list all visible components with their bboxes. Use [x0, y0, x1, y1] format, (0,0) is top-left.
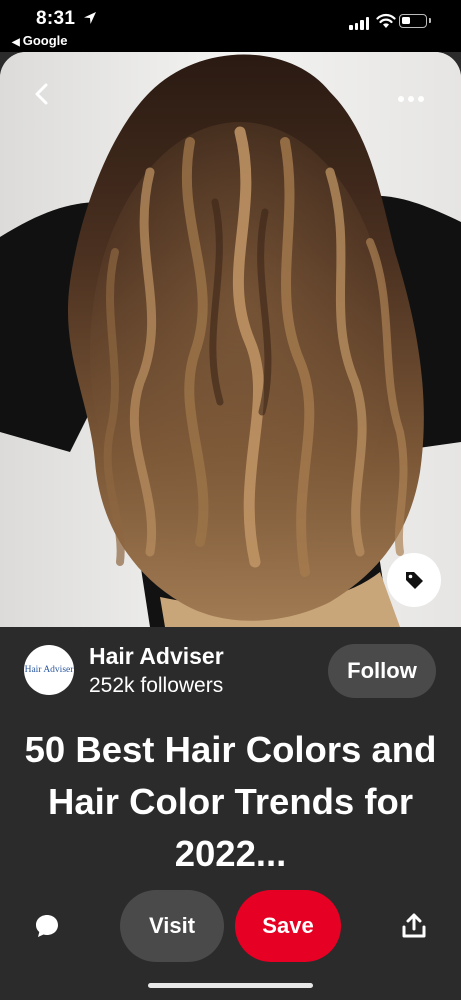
profile-name[interactable]: Hair Adviser [89, 643, 224, 670]
wifi-icon [376, 13, 396, 28]
visit-button[interactable]: Visit [120, 890, 224, 962]
visit-button-label: Visit [148, 913, 196, 938]
status-time: 8:31 [36, 8, 76, 29]
save-button[interactable]: Save [235, 890, 341, 962]
status-bar: 8:31 ◀ Google [0, 0, 461, 52]
follower-count: 252k followers [89, 674, 224, 697]
back-app-label: Google [22, 33, 68, 48]
shop-tag-button[interactable] [387, 553, 441, 607]
back-triangle-icon: ◀ [12, 37, 20, 48]
tag-icon [406, 572, 423, 589]
back-to-app-link[interactable]: ◀ Google [12, 33, 67, 48]
location-arrow-icon [84, 12, 96, 24]
battery-icon [399, 14, 431, 28]
avatar-logo-text: Hair Adviser [24, 665, 74, 675]
more-options-icon[interactable] [398, 92, 426, 106]
follow-button[interactable]: Follow [328, 644, 436, 698]
follow-button-label: Follow [347, 658, 417, 683]
hair-photo [0, 52, 461, 627]
home-indicator[interactable] [148, 983, 313, 988]
save-button-label: Save [262, 913, 314, 938]
avatar[interactable]: Hair Adviser [24, 645, 74, 695]
share-icon[interactable] [400, 912, 428, 940]
pin-image[interactable] [0, 52, 461, 627]
comment-icon[interactable] [32, 911, 62, 941]
back-chevron-icon[interactable] [28, 80, 56, 108]
pin-title: 50 Best Hair Colors and Hair Color Trend… [24, 729, 437, 874]
cellular-signal-icon [349, 17, 369, 30]
